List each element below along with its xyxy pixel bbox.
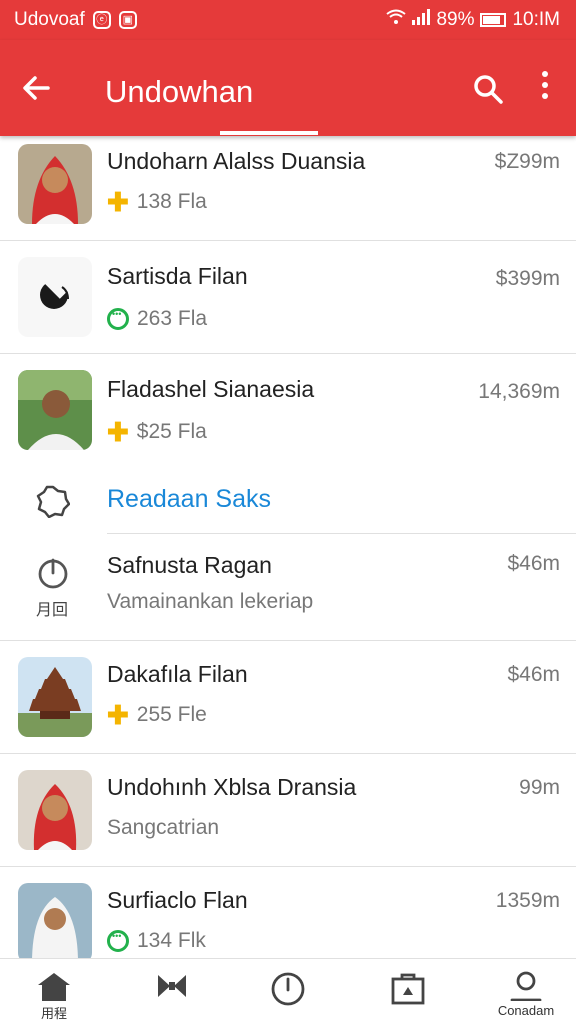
timer-icon <box>36 556 70 595</box>
item-subtitle: Vamainankan lekeriap <box>107 590 314 613</box>
carrier-label: Udovoaf <box>14 9 85 30</box>
app-bar: Undowhan <box>0 40 576 136</box>
clock: 10:IM <box>512 9 560 30</box>
item-price: 99m <box>519 776 560 799</box>
item-price: 14,369m <box>478 380 560 403</box>
item-subtitle: ✚ 138 Fla <box>107 187 207 217</box>
item-title: Safnusta Ragan <box>107 552 272 578</box>
nav-profile-label: Conadam <box>497 1003 555 1018</box>
list-item[interactable]: Undohınh Xblsa Dransia Sangcatrian 99m <box>0 754 576 867</box>
signal-icon <box>412 9 431 31</box>
nav-bowtie[interactable] <box>148 971 196 1025</box>
nav-home-label: 用程 <box>40 1006 67 1021</box>
item-subtitle: 263 Fla <box>107 307 207 331</box>
person-thumbnail <box>18 370 92 450</box>
item-subtitle: ✚ $25 Fla <box>107 417 207 447</box>
notification-icon: ⓔ <box>92 11 111 29</box>
battery-percent: 89% <box>436 9 475 30</box>
bowtie-icon <box>148 971 196 1001</box>
item-count: 255 Fle <box>136 703 207 726</box>
item-count: 134 Flk <box>137 929 206 952</box>
list-item[interactable]: 月回 Safnusta Ragan Vamainankan lekeriap $… <box>0 534 576 641</box>
person-thumbnail <box>18 770 92 850</box>
more-vert-icon[interactable] <box>540 70 550 106</box>
item-title: Undohınh Xblsa Dransia <box>107 774 357 800</box>
nav-home[interactable]: 用程 <box>30 971 78 1025</box>
item-title: Dakafıla Filan <box>107 661 248 687</box>
back-arrow-icon[interactable] <box>20 72 52 109</box>
home-icon <box>30 971 78 1001</box>
pagoda-thumbnail <box>18 657 92 737</box>
item-title: Undoharn Alalss Duansia <box>107 148 366 174</box>
wifi-icon <box>386 9 407 31</box>
item-count: $25 Fla <box>136 420 207 443</box>
nav-bag[interactable] <box>384 971 432 1025</box>
bag-icon <box>384 971 432 1005</box>
plus-badge-icon: ✚ <box>107 417 129 447</box>
battery-icon <box>480 13 507 27</box>
plus-badge-icon: ✚ <box>107 187 129 217</box>
app-notification-icon: ▣ <box>118 11 137 29</box>
item-price: $Z99m <box>494 150 560 173</box>
list-item[interactable]: Surfiaclo Flan 134 Flk 1359m <box>0 867 576 967</box>
item-title: Surfiaclo Flan <box>107 887 248 913</box>
page-title: Undowhan <box>105 74 254 109</box>
plus-badge-icon: ✚ <box>107 700 129 730</box>
chat-badge-icon <box>107 308 129 330</box>
bottom-navigation: 用程 Conadam <box>0 958 576 1025</box>
item-list: Undoharn Alalss Duansia ✚ 138 Fla $Z99m … <box>0 136 576 967</box>
clock-icon <box>264 971 312 1007</box>
person-thumbnail <box>18 144 92 224</box>
list-item[interactable]: Sartisda Filan 263 Fla $399m <box>0 241 576 354</box>
item-subtitle: 134 Flk <box>107 929 206 953</box>
item-title: Sartisda Filan <box>107 263 248 289</box>
side-label: 月回 <box>36 602 69 619</box>
list-item[interactable]: Fladashel Sianaesia ✚ $25 Fla 14,369m <box>0 354 576 470</box>
list-item[interactable]: Dakafıla Filan ✚ 255 Fle $46m <box>0 641 576 754</box>
badge-outline-icon <box>36 484 71 519</box>
read-more-link[interactable]: Readaan Saks <box>107 485 271 514</box>
item-count: 263 Fla <box>137 307 208 330</box>
item-price: $46m <box>507 552 560 575</box>
item-price: 1359m <box>495 889 560 912</box>
person-thumbnail <box>18 883 92 963</box>
list-item[interactable]: Undoharn Alalss Duansia ✚ 138 Fla $Z99m <box>0 136 576 241</box>
nav-profile[interactable]: Conadam <box>494 971 558 1025</box>
phone-logo-thumbnail <box>18 257 92 337</box>
status-bar: Udovoaf ⓔ ▣ 89% 10:IM <box>0 0 576 40</box>
item-price: $399m <box>495 267 560 290</box>
search-icon[interactable] <box>472 73 504 110</box>
item-price: $46m <box>507 663 560 686</box>
item-count: 138 Fla <box>136 190 207 213</box>
read-more-row[interactable]: Readaan Saks <box>0 470 576 534</box>
chat-badge-icon <box>107 930 129 952</box>
item-subtitle: Sangcatrian <box>107 816 220 839</box>
item-title: Fladashel Sianaesia <box>107 376 315 402</box>
profile-icon <box>494 971 558 1001</box>
tab-indicator <box>220 131 318 135</box>
nav-clock[interactable] <box>264 971 312 1025</box>
item-subtitle: ✚ 255 Fle <box>107 700 207 730</box>
